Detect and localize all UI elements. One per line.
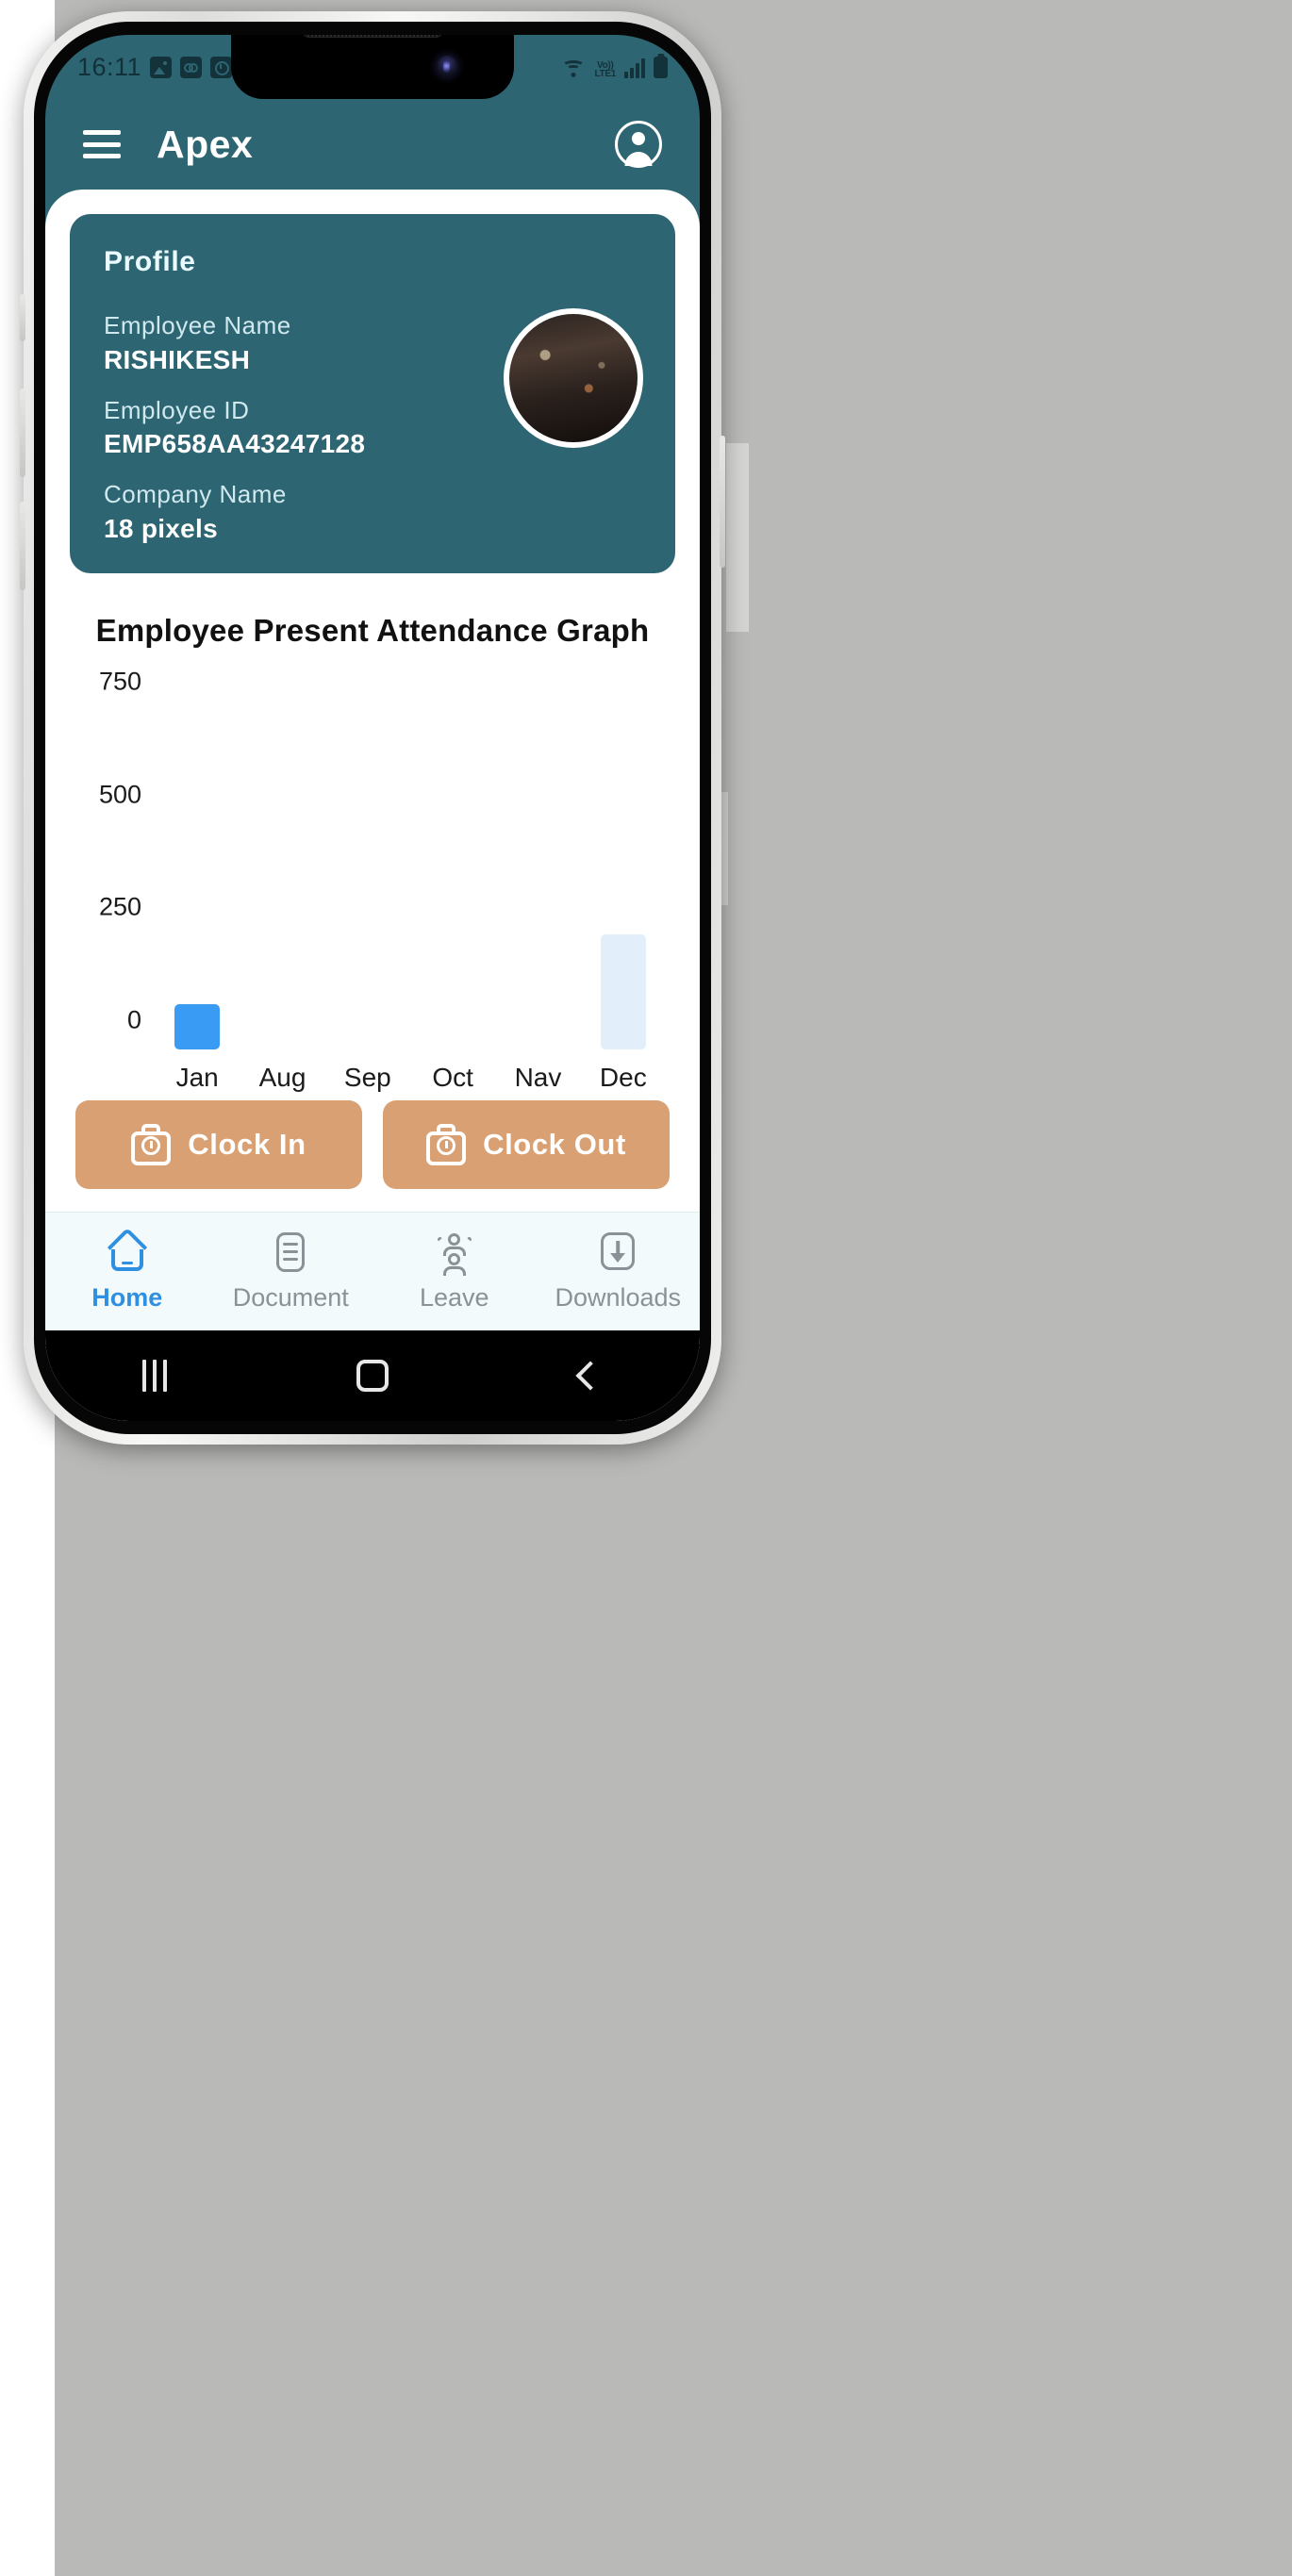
clock-in-button[interactable]: Clock In <box>75 1100 362 1189</box>
chart-x-axis: Jan Aug Sep Oct Nav Dec <box>155 1063 666 1093</box>
phone-device-frame: 16:11 Vo)) LTE1 Apex Profile Employee Na… <box>20 11 725 1445</box>
chart-bars <box>155 675 666 1050</box>
chart-x-tick: Jan <box>175 1063 219 1092</box>
chart-bar[interactable] <box>174 1004 221 1049</box>
screen-bezel: 16:11 Vo)) LTE1 Apex Profile Employee Na… <box>34 22 711 1434</box>
hamburger-menu-icon[interactable] <box>83 130 121 158</box>
status-bar-left: 16:11 <box>77 52 233 82</box>
nav-item-document[interactable]: Document <box>209 1230 373 1313</box>
download-icon <box>596 1230 639 1274</box>
avatar[interactable] <box>504 308 643 448</box>
back-chevron-icon <box>575 1361 605 1391</box>
chart-y-tick: 750 <box>98 667 141 696</box>
content-sheet: Profile Employee Name RISHIKESH Employee… <box>45 190 700 1421</box>
chart-bar-column[interactable] <box>240 675 324 1050</box>
status-bar-clock: 16:11 <box>77 52 142 81</box>
attendance-bar-chart: 0 250 500 750 Jan Aug Sep Oct Nav Dec <box>75 667 670 1101</box>
wifi-icon <box>561 59 586 78</box>
front-camera-icon <box>437 56 457 76</box>
people-leave-icon <box>433 1230 476 1276</box>
recents-icon <box>141 1360 167 1392</box>
company-name-label: Company Name <box>104 480 287 508</box>
profile-card: Profile Employee Name RISHIKESH Employee… <box>70 214 675 573</box>
nav-label-home: Home <box>91 1283 163 1312</box>
chart-bar-column[interactable] <box>581 675 666 1049</box>
android-home-button[interactable] <box>263 1360 481 1392</box>
side-button-mute[interactable] <box>20 294 25 341</box>
profile-card-title: Profile <box>104 246 196 277</box>
chart-x-tick: Nav <box>514 1063 562 1092</box>
chart-y-tick: 250 <box>98 892 141 921</box>
clock-out-button[interactable]: Clock Out <box>383 1100 670 1189</box>
nav-label-leave: Leave <box>419 1283 489 1312</box>
app-body: Profile Employee Name RISHIKESH Employee… <box>45 190 700 1421</box>
chart-title: Employee Present Attendance Graph <box>95 612 650 648</box>
voicemail-icon <box>180 56 203 78</box>
chart-x-tick: Oct <box>432 1063 473 1092</box>
chart-x-tick: Sep <box>343 1063 391 1092</box>
chart-plot-area: 0 250 500 750 Jan Aug Sep Oct Nav Dec <box>75 667 670 1101</box>
chart-y-axis: 0 250 500 750 <box>75 667 149 1050</box>
clock-out-label: Clock Out <box>483 1128 626 1161</box>
clock-actions: Clock In Clock Out <box>70 1100 675 1212</box>
phone-screen: 16:11 Vo)) LTE1 Apex Profile Employee Na… <box>45 35 700 1421</box>
chart-x-tick: Aug <box>258 1063 306 1092</box>
chart-bar-column[interactable] <box>325 675 410 1050</box>
side-button-power[interactable] <box>720 436 725 568</box>
nav-label-document: Document <box>232 1283 349 1312</box>
android-navigation-bar <box>45 1330 700 1421</box>
clock-in-label: Clock In <box>188 1128 306 1161</box>
page-title: Apex <box>157 122 254 166</box>
home-icon <box>106 1227 149 1274</box>
company-name-value: 18 pixels <box>104 513 219 543</box>
chart-y-tick: 0 <box>126 1005 141 1034</box>
android-back-button[interactable] <box>482 1361 700 1391</box>
display-notch <box>231 35 514 99</box>
alarm-clock-icon <box>210 56 233 78</box>
side-button-volume-down[interactable] <box>20 502 25 590</box>
account-circle-icon[interactable] <box>615 121 662 168</box>
app-header: Apex <box>45 99 700 190</box>
android-recents-button[interactable] <box>45 1360 263 1392</box>
side-button-volume-up[interactable] <box>20 388 25 477</box>
volte-line-2: LTE1 <box>594 68 616 79</box>
nav-label-downloads: Downloads <box>555 1283 682 1312</box>
chart-bar-column[interactable] <box>155 675 240 1049</box>
scroll-content: Profile Employee Name RISHIKESH Employee… <box>45 190 700 1212</box>
chart-bar-column[interactable] <box>410 675 495 1050</box>
image-icon <box>150 56 173 78</box>
document-icon <box>269 1230 312 1274</box>
bottom-navigation: Home Document Leave Downloads <box>45 1212 700 1330</box>
chart-y-tick: 500 <box>98 780 141 809</box>
nav-item-leave[interactable]: Leave <box>373 1230 537 1313</box>
nav-item-home[interactable]: Home <box>45 1227 209 1313</box>
chart-x-tick: Dec <box>599 1063 647 1092</box>
profile-field-company-name: Company Name 18 pixels <box>104 479 641 545</box>
time-clock-icon <box>131 1124 172 1165</box>
chart-bar[interactable] <box>600 933 646 1049</box>
earpiece-speaker <box>303 35 442 38</box>
status-bar-right: Vo)) LTE1 <box>561 56 668 79</box>
time-clock-icon <box>426 1124 467 1165</box>
chart-bar-column[interactable] <box>495 675 580 1050</box>
battery-icon <box>654 56 668 78</box>
volte-icon: Vo)) LTE1 <box>594 60 616 79</box>
nav-item-downloads[interactable]: Downloads <box>537 1230 701 1313</box>
home-square-icon <box>356 1360 389 1392</box>
signal-bars-icon <box>624 58 645 78</box>
